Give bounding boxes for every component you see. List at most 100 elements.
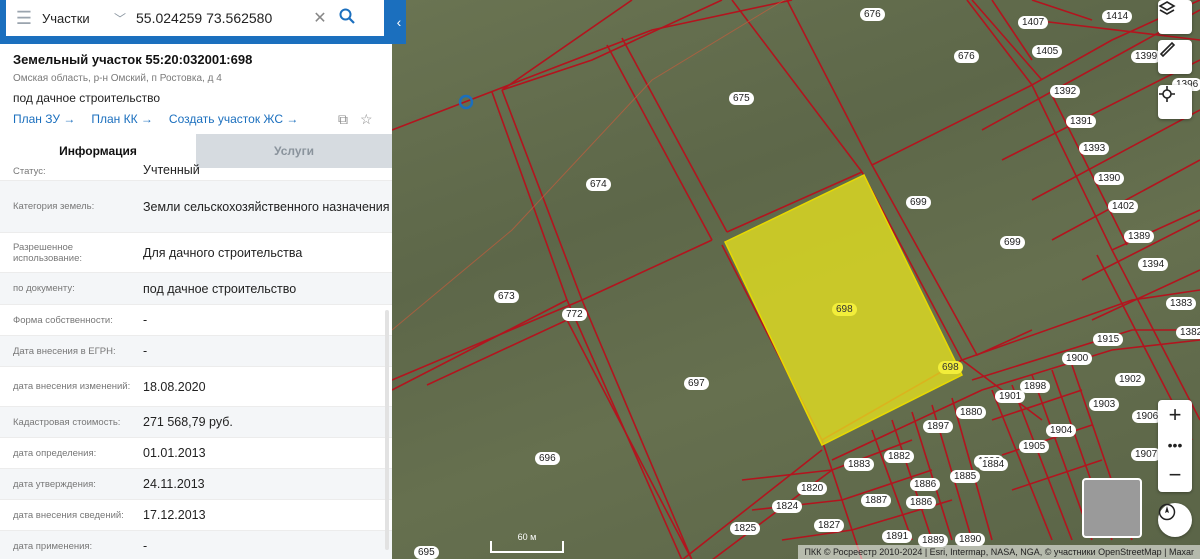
parcel-label[interactable]: 1825 (730, 522, 761, 535)
parcel-label[interactable]: 676 (860, 8, 885, 21)
parcel-label[interactable]: 1915 (1093, 333, 1124, 346)
map-attribution: ПКК © Росреестр 2010-2024 | Esri, Interm… (798, 545, 1200, 559)
more-dots-icon: ••• (1167, 437, 1183, 453)
parcel-label[interactable]: 1903 (1089, 398, 1120, 411)
info-row: дата внесения сведений: 17.12.2013 (0, 500, 392, 531)
parcel-label[interactable]: 1891 (882, 530, 913, 543)
parcel-label[interactable]: 1407 (1018, 16, 1049, 29)
info-row: Форма собственности: - (0, 305, 392, 336)
compass-button[interactable] (1158, 503, 1192, 537)
minimap-thumbnail[interactable] (1082, 478, 1142, 538)
info-row-label: Категория земель: (13, 201, 95, 212)
search-icon (339, 8, 355, 24)
info-row-value: - (143, 344, 148, 358)
parcel-label[interactable]: 1885 (950, 470, 981, 483)
create-parcel-link[interactable]: Создать участок ЖС → (169, 112, 298, 126)
parcel-label[interactable]: 1382 (1176, 326, 1200, 339)
parcel-label[interactable]: 699 (1000, 236, 1025, 249)
parcel-label[interactable]: 1399 (1131, 50, 1162, 63)
plan-zu-link[interactable]: План ЗУ → (13, 112, 75, 126)
parcel-label[interactable]: 1394 (1138, 258, 1169, 271)
parcel-label[interactable]: 698 (832, 303, 857, 316)
info-row-label: Форма собственности: (13, 314, 113, 326)
info-row-label: Кадастровая стоимость: (13, 416, 121, 428)
star-icon[interactable]: ☆ (360, 111, 373, 128)
parcel-label[interactable]: 1383 (1166, 297, 1197, 310)
parcel-label[interactable]: 1901 (995, 390, 1026, 403)
info-row-value: под дачное строительство (143, 281, 297, 296)
info-row: Разрешенное использование: Для дачного ст… (0, 233, 392, 273)
parcel-label[interactable]: 1402 (1108, 200, 1139, 213)
parcel-label[interactable]: 1884 (978, 458, 1009, 471)
parcel-label[interactable]: 1414 (1102, 10, 1133, 23)
parcel-label[interactable]: 1393 (1079, 142, 1110, 155)
parcel-label[interactable]: 1827 (814, 519, 845, 532)
parcel-label[interactable]: 1880 (956, 406, 987, 419)
parcel-label[interactable]: 1882 (884, 450, 915, 463)
document-search-icon[interactable]: ⧉ (338, 111, 348, 128)
parcel-label[interactable]: 675 (729, 92, 754, 105)
parcel-label[interactable]: 697 (684, 377, 709, 390)
parcel-label[interactable]: 1883 (844, 458, 875, 471)
map-canvas[interactable]: 6761407141414051399139667567613921391139… (392, 0, 1200, 559)
parcel-label[interactable]: 674 (586, 178, 611, 191)
parcel-label[interactable]: 699 (906, 196, 931, 209)
crosshair-icon (1159, 86, 1175, 102)
clear-icon[interactable]: ✕ (308, 8, 332, 28)
plan-kk-link[interactable]: План КК → (91, 112, 153, 126)
info-row-value: 271 568,79 руб. (143, 415, 233, 429)
parcel-label[interactable]: 673 (494, 290, 519, 303)
parcel-label[interactable]: 1886 (906, 496, 937, 509)
zoom-more-button[interactable]: ••• (1158, 430, 1192, 460)
search-type-select[interactable]: Участки (42, 11, 114, 26)
parcel-label[interactable]: 676 (954, 50, 979, 63)
parcel-tools: ⧉ ☆ (338, 111, 373, 128)
info-row-value: Земли сельскохозяйственного назначения (143, 199, 390, 214)
parcel-label[interactable]: 1902 (1115, 373, 1146, 386)
parcel-boundaries (392, 0, 1200, 559)
info-row: дата определения: 01.01.2013 (0, 438, 392, 469)
zoom-controls: + ••• − (1158, 400, 1192, 492)
parcel-label[interactable]: 1824 (772, 500, 803, 513)
parcel-label[interactable]: 1897 (923, 420, 954, 433)
ruler-icon (1159, 41, 1176, 58)
parcel-label[interactable]: 1898 (1020, 380, 1051, 393)
parcel-label[interactable]: 1389 (1124, 230, 1155, 243)
parcel-label[interactable]: 1820 (797, 482, 828, 495)
collapse-panel-button[interactable]: ‹ (392, 0, 406, 44)
info-row: Категория земель: Земли сельскохозяйствен… (0, 181, 392, 233)
parcel-label[interactable]: 1907 (1131, 448, 1162, 461)
zoom-out-button[interactable]: − (1158, 460, 1192, 490)
info-row-value: 17.12.2013 (143, 508, 206, 522)
map-scale: 60 м (490, 533, 564, 553)
chevron-down-icon[interactable]: ﹀ (114, 10, 134, 27)
zoom-in-button[interactable]: + (1158, 400, 1192, 430)
parcel-label[interactable]: 1391 (1066, 115, 1097, 128)
search-input[interactable] (134, 9, 308, 27)
parcel-label[interactable]: 1904 (1046, 424, 1077, 437)
parcel-title: Земельный участок 55:20:032001:698 (13, 52, 253, 67)
panel-scrollbar[interactable] (385, 310, 389, 550)
parcel-label[interactable]: 1886 (910, 478, 941, 491)
search-button[interactable] (332, 8, 362, 29)
info-row-label: дата утверждения: (13, 478, 96, 490)
minus-icon: − (1168, 462, 1182, 487)
ruler-button[interactable] (1158, 40, 1192, 74)
parcel-label[interactable]: 1405 (1032, 45, 1063, 58)
menu-button[interactable]: ☰ (6, 8, 42, 29)
info-row-value: 18.08.2020 (143, 379, 206, 394)
info-row-value: 24.11.2013 (143, 477, 205, 491)
locate-button[interactable] (1158, 85, 1192, 119)
layers-button[interactable] (1158, 0, 1192, 34)
parcel-label[interactable]: 698 (938, 361, 963, 374)
parcel-label[interactable]: 1392 (1050, 85, 1081, 98)
info-row: дата внесения изменений: 18.08.2020 (0, 367, 392, 407)
info-table: Статус: Учтенный Категория земель: Земли се… (0, 163, 392, 559)
parcel-label[interactable]: 1900 (1062, 352, 1093, 365)
parcel-label[interactable]: 1887 (861, 494, 892, 507)
parcel-label[interactable]: 696 (535, 452, 560, 465)
parcel-label[interactable]: 1390 (1094, 172, 1125, 185)
parcel-label[interactable]: 695 (414, 546, 439, 559)
parcel-label[interactable]: 772 (562, 308, 587, 321)
parcel-label[interactable]: 1905 (1019, 440, 1050, 453)
